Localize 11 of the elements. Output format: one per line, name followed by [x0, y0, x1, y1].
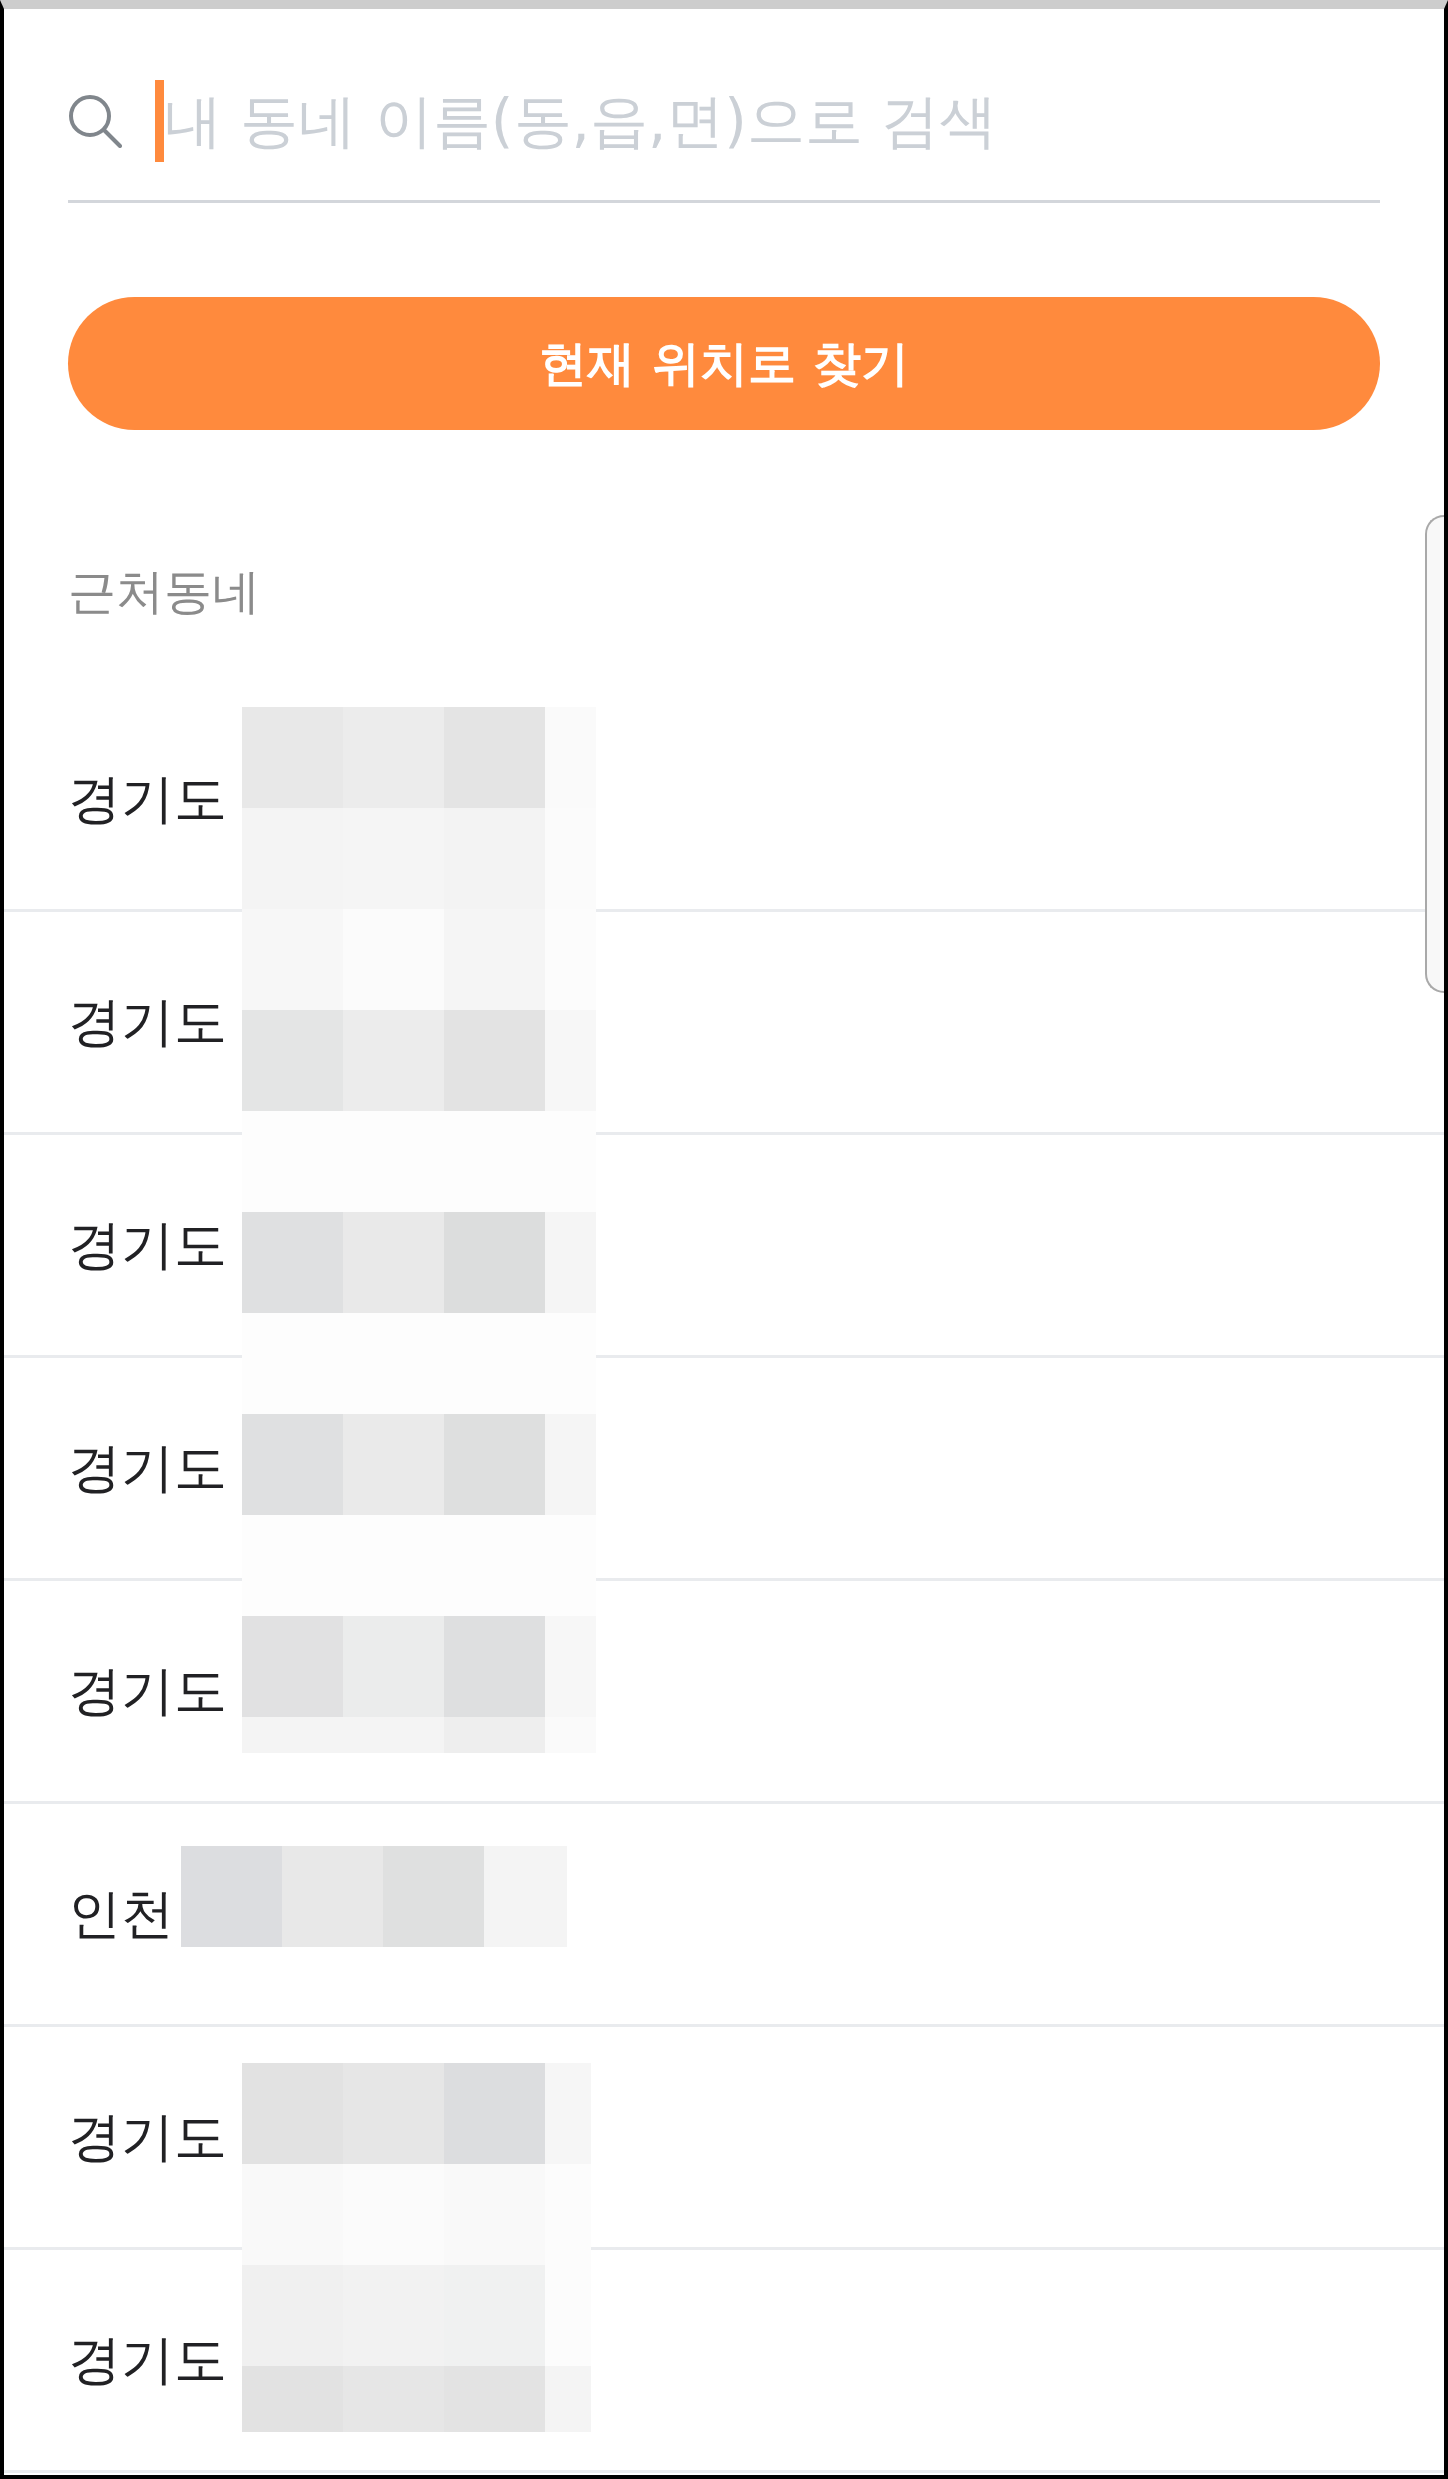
neighborhood-item[interactable]: 경기도	[68, 990, 227, 1054]
neighborhood-item[interactable]: 경기도	[68, 1436, 227, 1500]
neighborhood-item[interactable]: 경기도	[68, 1213, 227, 1277]
neighborhood-item[interactable]: 경기도	[68, 2105, 227, 2169]
section-title: 근처동네	[68, 562, 260, 621]
edge-panel-handle[interactable]	[1425, 515, 1444, 993]
neighborhood-item[interactable]: 경기도	[68, 767, 227, 831]
neighborhood-item[interactable]: 경기도	[68, 2328, 227, 2392]
neighborhood-item[interactable]: 경기도	[68, 1659, 227, 1723]
neighborhood-item[interactable]: 인천	[68, 1882, 174, 1946]
search-icon	[68, 94, 122, 148]
